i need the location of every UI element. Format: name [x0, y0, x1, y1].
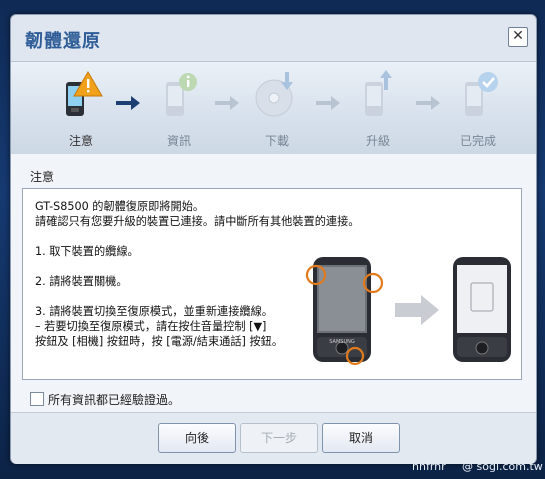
button-bar: 向後 下一步 取消: [11, 412, 536, 464]
arrow-right-icon: [416, 96, 442, 110]
step-upgrade: 升級: [343, 68, 413, 149]
firmware-restore-dialog: 韌體還原 ✕ 注意 資訊 下載 升級 已完成 注意 GT-S8500 的韌體復原…: [10, 14, 537, 464]
progress-steps: 注意 資訊 下載 升級 已完成: [11, 61, 536, 155]
instruction-step: 2. 請將裝置關機。: [35, 275, 128, 288]
watermark-right: @ sogi.com.tw: [462, 460, 543, 473]
instruction-step: – 若要切換至復原模式，請在按住音量控制 [▼]: [35, 320, 267, 333]
step-completed: 已完成: [443, 68, 513, 149]
instruction-step: 按鈕及 [相機] 按鈕時，按 [電源/結束通話] 按鈕。: [35, 335, 284, 348]
phone-illustration: [313, 257, 371, 362]
step-download: 下載: [242, 68, 312, 149]
close-icon[interactable]: ✕: [508, 27, 528, 47]
step-info: 資訊: [144, 68, 214, 149]
verify-checkbox[interactable]: [30, 392, 44, 406]
phone-upgrade-icon: [353, 68, 403, 124]
dialog-title: 韌體還原: [25, 31, 101, 52]
step-notice: 注意: [46, 68, 116, 149]
intro-line: 請確認只有您要升級的裝置已連接。請中斷所有其他裝置的連接。: [35, 215, 360, 228]
verify-checkbox-label[interactable]: 所有資訊都已經驗證過。: [48, 391, 180, 408]
arrow-right-icon: [116, 96, 142, 110]
instruction-panel: GT-S8500 的韌體復原即將開始。 請確認只有您要升級的裝置已連接。請中斷所…: [22, 188, 522, 380]
instruction-step: 3. 請將裝置切換至復原模式，並重新連接纜線。: [35, 305, 273, 318]
step-label: 升級: [365, 134, 390, 148]
disc-download-icon: [252, 68, 302, 124]
title-bar: 韌體還原 ✕: [11, 15, 536, 61]
step-label: 已完成: [459, 134, 496, 148]
next-button[interactable]: 下一步: [240, 423, 318, 453]
content-area: 注意 GT-S8500 的韌體復原即將開始。 請確認只有您要升級的裝置已連接。請…: [11, 154, 536, 464]
step-label: 資訊: [166, 134, 191, 148]
phone-warning-icon: [56, 68, 106, 124]
phone-info-icon: [154, 68, 204, 124]
svg-text:SAMSUNG: SAMSUNG: [329, 339, 355, 345]
instruction-text: GT-S8500 的韌體復原即將開始。 請確認只有您要升級的裝置已連接。請中斷所…: [35, 199, 360, 349]
watermark-left: nnfrnr: [412, 460, 446, 473]
step-label: 注意: [68, 134, 93, 148]
arrow-right-icon: [316, 96, 342, 110]
arrow-right-icon: [215, 96, 241, 110]
intro-line: GT-S8500 的韌體復原即將開始。: [35, 200, 205, 213]
phone-check-icon: [453, 68, 503, 124]
step-label: 下載: [264, 134, 289, 148]
recovery-mode-illustration: SAMSUNG SAMSUNG: [303, 253, 513, 368]
section-title: 注意: [30, 170, 55, 184]
back-button[interactable]: 向後: [158, 423, 236, 453]
instruction-step: 1. 取下裝置的纜線。: [35, 245, 139, 258]
cancel-button[interactable]: 取消: [322, 423, 400, 453]
